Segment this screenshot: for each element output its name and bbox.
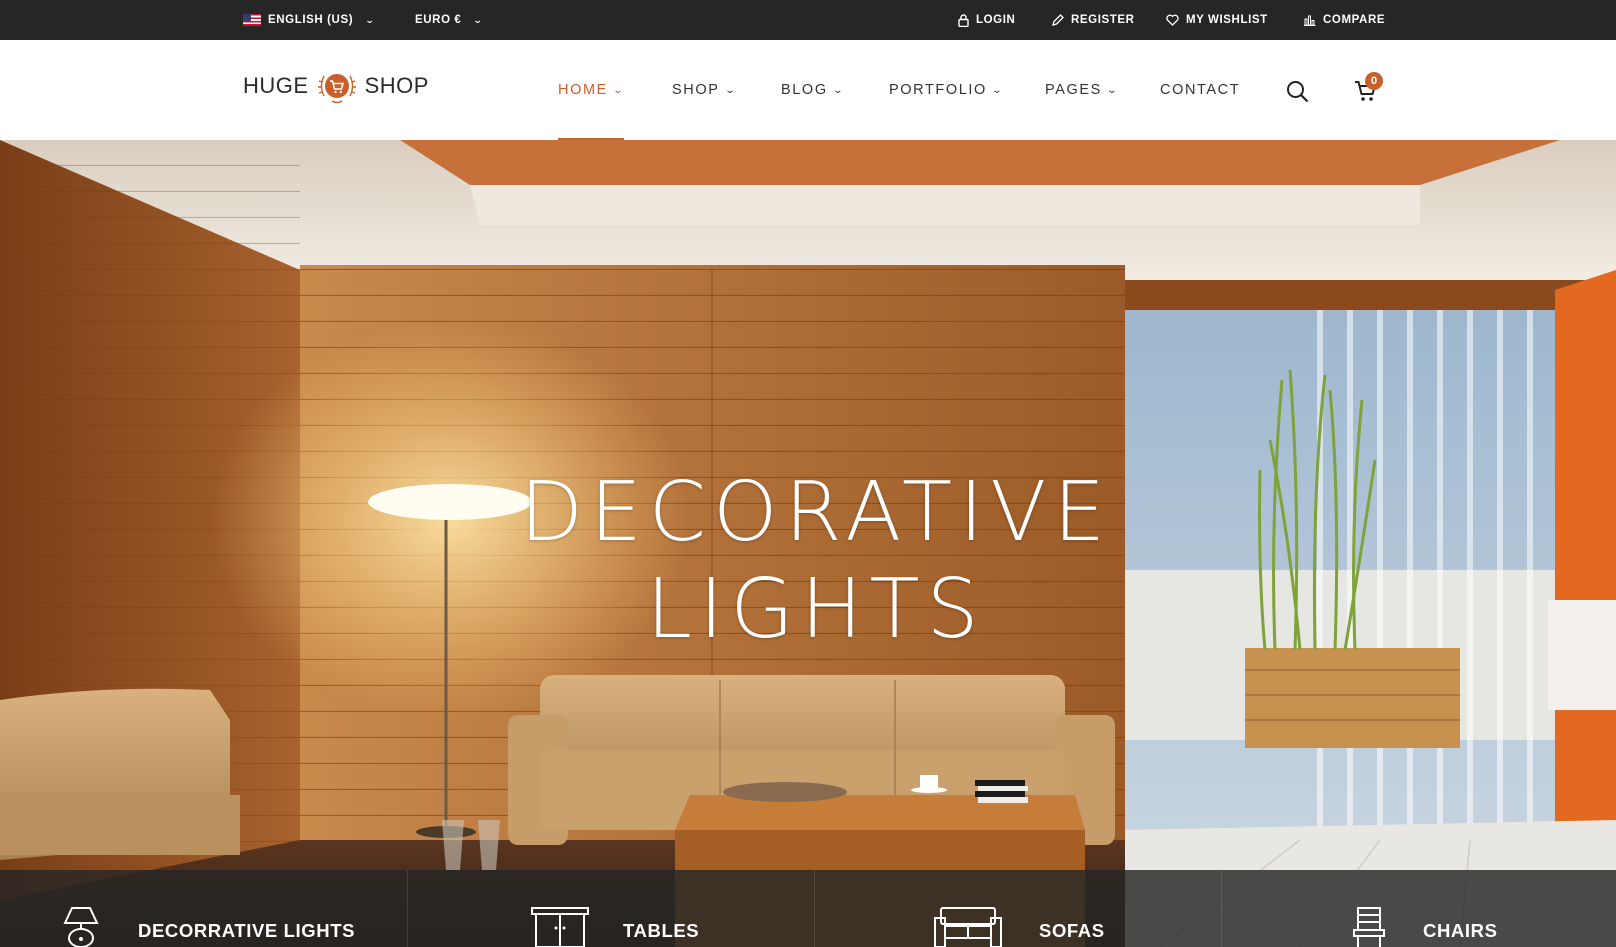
hero-slider: DECORATIVE LIGHTS (0, 140, 1616, 947)
compare-link[interactable]: COMPARE (1303, 0, 1385, 40)
nav-home-label: HOME (558, 82, 608, 98)
hero-title-line-2: LIGHTS (646, 562, 986, 657)
category-chairs[interactable]: CHAIRS (1221, 870, 1616, 947)
search-icon[interactable] (1286, 80, 1309, 108)
category-label: TABLES (623, 920, 700, 941)
pencil-icon (1052, 14, 1064, 26)
chevron-down-icon: ⌄ (991, 84, 1005, 96)
currency-label: EURO € (415, 14, 462, 26)
hero-title-line-1: DECORATIVE (519, 465, 1113, 560)
language-label: ENGLISH (US) (268, 14, 354, 26)
nav-contact[interactable]: CONTACT (1160, 40, 1240, 140)
nav-pages-label: PAGES (1045, 82, 1102, 98)
category-tables[interactable]: TABLES (407, 870, 813, 947)
wishlist-link[interactable]: MY WISHLIST (1166, 0, 1268, 40)
category-label: SOFAS (1039, 920, 1105, 941)
lock-icon (958, 13, 969, 27)
nav-pages[interactable]: PAGES ⌄ (1045, 40, 1118, 140)
register-label: REGISTER (1071, 14, 1135, 26)
register-link[interactable]: REGISTER (1052, 0, 1135, 40)
chair-icon (1352, 906, 1386, 947)
chevron-down-icon: ⌄ (1106, 84, 1120, 96)
login-link[interactable]: LOGIN (958, 0, 1015, 40)
nav-contact-label: CONTACT (1160, 82, 1241, 98)
chevron-down-icon: ⌄ (832, 84, 846, 96)
nav-home[interactable]: HOME ⌄ (558, 40, 624, 140)
lamp-icon (60, 906, 102, 947)
currency-selector[interactable]: EURO € ⌄ (415, 0, 483, 40)
table-icon (530, 906, 590, 947)
chevron-down-icon: ⌄ (724, 84, 737, 96)
nav-blog[interactable]: BLOG ⌄ (781, 40, 844, 140)
category-label: CHAIRS (1423, 920, 1498, 941)
compare-label: COMPARE (1323, 14, 1386, 26)
nav-portfolio[interactable]: PORTFOLIO ⌄ (889, 40, 1003, 140)
nav-blog-label: BLOG (781, 82, 828, 98)
login-label: LOGIN (976, 14, 1016, 26)
us-flag-icon (243, 14, 261, 26)
top-bar: ENGLISH (US) ⌄ EURO € ⌄ LOGIN REGISTER M… (0, 0, 1616, 40)
nav-shop[interactable]: SHOP ⌄ (672, 40, 735, 140)
sofa-icon (933, 906, 1003, 947)
main-header: HUGE SHOP HOME ⌄ SHOP ⌄ BLOG ⌄ PORTFOLIO… (0, 40, 1616, 140)
bar-chart-icon (1303, 14, 1316, 26)
wishlist-label: MY WISHLIST (1186, 14, 1268, 26)
chevron-down-icon: ⌄ (473, 14, 484, 25)
nav-shop-label: SHOP (672, 82, 720, 98)
language-selector[interactable]: ENGLISH (US) ⌄ (243, 0, 376, 40)
heart-icon (1166, 14, 1179, 26)
chevron-down-icon: ⌄ (612, 84, 626, 96)
category-bar: DECORRATIVE LIGHTS TABLES SOFAS CHAIRS (0, 870, 1616, 947)
category-label: DECORRATIVE LIGHTS (138, 920, 356, 941)
chevron-down-icon: ⌄ (364, 14, 376, 25)
cart-count-badge: 0 (1365, 72, 1383, 90)
category-sofas[interactable]: SOFAS (814, 870, 1220, 947)
category-decorative-lights[interactable]: DECORRATIVE LIGHTS (0, 870, 406, 947)
nav-portfolio-label: PORTFOLIO (889, 82, 987, 98)
